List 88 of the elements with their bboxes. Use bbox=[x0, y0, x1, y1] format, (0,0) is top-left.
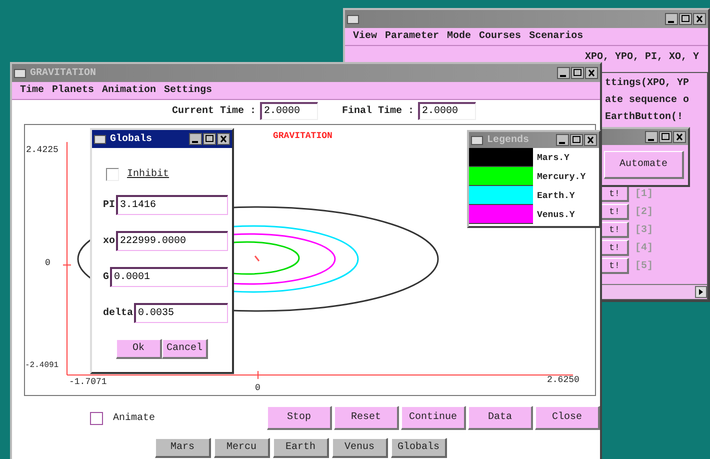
close-icon[interactable] bbox=[584, 134, 597, 146]
scrollbar[interactable] bbox=[601, 284, 707, 299]
field-label: PI bbox=[102, 200, 115, 210]
window-menu-icon[interactable] bbox=[94, 134, 106, 144]
list-button[interactable]: t! bbox=[601, 240, 629, 256]
code-line: EarthButton(! bbox=[604, 110, 684, 125]
planet-button[interactable]: Mercu bbox=[214, 438, 270, 458]
list-label: [4] bbox=[635, 242, 654, 254]
dialog-button[interactable]: Ok bbox=[116, 339, 162, 359]
close-icon[interactable] bbox=[217, 133, 230, 145]
code-line: ttings(XPO, YP bbox=[604, 76, 690, 91]
menu-item[interactable]: Courses bbox=[479, 31, 522, 42]
menu-item[interactable]: Scenarios bbox=[529, 31, 584, 42]
current-time-field[interactable]: 2.0000 bbox=[260, 102, 318, 120]
control-button[interactable]: Close bbox=[535, 406, 600, 430]
control-button[interactable]: Data bbox=[468, 406, 533, 430]
axis-label: 0 bbox=[255, 383, 260, 393]
automate-button[interactable]: Automate bbox=[604, 151, 684, 179]
legend-label: Mercury.Y bbox=[537, 172, 586, 182]
list-label: [5] bbox=[635, 260, 654, 272]
planet-button[interactable]: Mars bbox=[155, 438, 211, 458]
close-icon[interactable] bbox=[585, 67, 598, 79]
legend-label: Venus.Y bbox=[537, 210, 575, 220]
window-title: Legends bbox=[487, 134, 530, 146]
inhibit-label: Inhibit bbox=[127, 169, 170, 180]
list-button[interactable]: t! bbox=[601, 258, 629, 274]
menu-item[interactable]: Animation bbox=[102, 85, 156, 96]
dialog-button[interactable]: Cancel bbox=[162, 339, 208, 359]
dialog-title: Globals bbox=[110, 134, 152, 144]
planet-button[interactable]: Venus bbox=[332, 438, 388, 458]
control-button[interactable]: Reset bbox=[334, 406, 399, 430]
menu-item[interactable]: Settings bbox=[164, 85, 212, 96]
maximize-icon[interactable] bbox=[571, 67, 584, 79]
chart-title: GRAVITATION bbox=[273, 131, 332, 141]
field-label: G bbox=[102, 272, 109, 282]
input-field[interactable]: 222999.0000 bbox=[116, 231, 228, 251]
minimize-icon[interactable] bbox=[645, 131, 658, 143]
animate-checkbox[interactable] bbox=[90, 412, 103, 424]
list-label: [2] bbox=[635, 206, 654, 218]
maximize-icon[interactable] bbox=[570, 134, 583, 146]
input-field[interactable]: 0.0001 bbox=[110, 267, 228, 287]
control-button[interactable]: Stop bbox=[267, 406, 332, 430]
list-button[interactable]: t! bbox=[601, 222, 629, 238]
window-menu-icon[interactable] bbox=[471, 136, 483, 144]
legend-label: Earth.Y bbox=[537, 190, 575, 200]
window-menu-icon[interactable] bbox=[14, 68, 26, 78]
maximize-icon[interactable] bbox=[659, 131, 672, 143]
close-icon[interactable] bbox=[673, 131, 686, 143]
list-button[interactable]: t! bbox=[601, 186, 629, 202]
planet-button[interactable]: Earth bbox=[273, 438, 329, 458]
current-time-label: Current Time : bbox=[172, 106, 256, 116]
menu-item[interactable]: View bbox=[353, 31, 378, 42]
inhibit-checkbox[interactable] bbox=[106, 168, 119, 181]
sun-mark bbox=[254, 256, 260, 262]
minimize-icon[interactable] bbox=[557, 67, 570, 79]
field-label: xo bbox=[102, 236, 115, 246]
legend-label: Mars.Y bbox=[537, 152, 570, 162]
axis-label: 2.6250 bbox=[547, 375, 580, 385]
axis-label: -1.7071 bbox=[69, 377, 107, 387]
planet-button[interactable]: Globals bbox=[391, 438, 447, 458]
menu-item[interactable]: Mode bbox=[447, 31, 472, 42]
axis-label: -2.4091 bbox=[25, 361, 59, 370]
final-time-field[interactable]: 2.0000 bbox=[418, 102, 476, 120]
close-icon[interactable] bbox=[693, 13, 706, 25]
control-button[interactable]: Continue bbox=[401, 406, 466, 430]
final-time-label: Final Time : bbox=[342, 106, 414, 116]
minimize-icon[interactable] bbox=[556, 134, 569, 146]
list-button[interactable]: t! bbox=[601, 204, 629, 220]
input-field[interactable]: 0.0035 bbox=[134, 303, 228, 323]
menu-item[interactable]: Time bbox=[20, 85, 44, 96]
axis-label: 2.4225 bbox=[26, 145, 58, 155]
window-title: GRAVITATION bbox=[30, 68, 96, 78]
code-line: XPO, YPO, PI, XO, Y bbox=[584, 51, 700, 65]
minimize-icon[interactable] bbox=[189, 133, 202, 145]
window-menu-icon[interactable] bbox=[347, 14, 359, 24]
field-label: delta bbox=[102, 308, 133, 318]
animate-label: Animate bbox=[113, 412, 156, 424]
menu-item[interactable]: Parameter bbox=[385, 31, 440, 42]
code-line: ate sequence o bbox=[604, 94, 690, 108]
input-field[interactable]: 3.1416 bbox=[116, 195, 228, 215]
maximize-icon[interactable] bbox=[679, 13, 692, 25]
maximize-icon[interactable] bbox=[203, 133, 216, 145]
axis-label: 0 bbox=[45, 258, 50, 268]
list-label: [3] bbox=[635, 224, 654, 236]
list-label: [1] bbox=[635, 188, 654, 200]
scroll-right-icon[interactable] bbox=[695, 286, 707, 298]
minimize-icon[interactable] bbox=[665, 13, 678, 25]
menu-item[interactable]: Planets bbox=[52, 85, 94, 96]
